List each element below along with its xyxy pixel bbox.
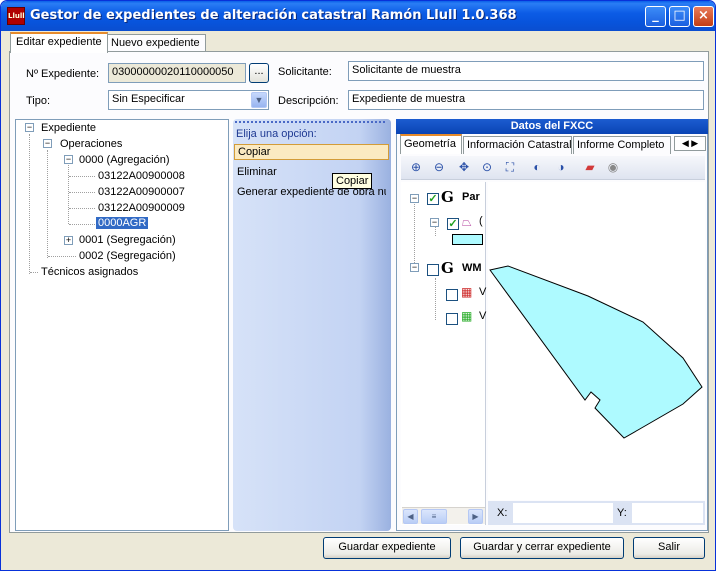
tree-guide — [29, 134, 30, 274]
zoom-previous-icon[interactable]: ◐ — [528, 160, 546, 176]
wms-item-checkbox[interactable] — [446, 313, 458, 325]
maximize-button[interactable]: □ — [669, 6, 690, 27]
expand-icon[interactable]: + — [64, 236, 73, 245]
tree-item-expediente[interactable]: Expediente — [41, 122, 96, 134]
guardar-expediente-button[interactable]: Guardar expediente — [323, 537, 451, 559]
tree-guide — [414, 199, 415, 267]
layer-group-icon: G — [441, 188, 454, 206]
wms-item-label[interactable]: V — [479, 286, 486, 298]
tree-guide — [435, 226, 436, 236]
tab-informe-completo[interactable]: Informe Completo — [573, 136, 671, 154]
eye-icon[interactable]: ◉ — [604, 160, 622, 176]
tree-guide — [48, 256, 76, 257]
coord-y-label: Y: — [617, 507, 627, 519]
sublayer-checkbox[interactable]: ✓ — [447, 218, 459, 230]
app-logo-icon: Llull — [7, 7, 25, 25]
expediente-label: Nº Expediente: — [26, 68, 100, 80]
eraser-icon[interactable]: ▰ — [581, 160, 599, 176]
tree-item-parcel[interactable]: 03122A00900009 — [98, 202, 185, 214]
tree-item-tecnicos[interactable]: Técnicos asignados — [41, 266, 138, 278]
collapse-icon[interactable]: − — [25, 123, 34, 132]
tree-item-op0002[interactable]: 0002 (Segregación) — [79, 250, 176, 262]
parcel-geometry — [489, 265, 703, 439]
scroll-left-icon[interactable]: ◀ — [403, 509, 418, 524]
tree-guide — [69, 176, 95, 177]
coord-x-field[interactable] — [513, 503, 613, 523]
wms-raster-icon: ▦ — [461, 285, 473, 299]
pan-icon[interactable]: ✥ — [455, 160, 473, 176]
tree-guide — [30, 272, 38, 273]
panel-grip — [235, 121, 385, 123]
tree-guide — [69, 224, 95, 225]
polygon-layer-icon: ⏢ — [462, 215, 472, 229]
parcel-legend-swatch — [452, 234, 483, 245]
tipo-select[interactable]: Sin Especificar ▼ — [108, 90, 269, 110]
wms-item-checkbox[interactable] — [446, 289, 458, 301]
zoom-in-icon[interactable]: ⊕ — [407, 160, 425, 176]
close-button[interactable]: × — [693, 6, 714, 27]
expediente-field[interactable]: 03000000020110000050 — [108, 63, 246, 83]
salir-button[interactable]: Salir — [633, 537, 705, 559]
solicitante-label: Solicitante: — [278, 66, 332, 78]
chevron-down-icon[interactable]: ▼ — [251, 92, 267, 108]
tooltip: Copiar — [332, 173, 373, 189]
tree-item-operaciones[interactable]: Operaciones — [60, 138, 122, 150]
coord-x-label: X: — [497, 507, 508, 519]
tab-scroll-arrows-icon[interactable]: ◀ ▶ — [674, 136, 706, 151]
tree-item-op0000[interactable]: 0000 (Agregación) — [79, 154, 170, 166]
tree-guide — [47, 150, 48, 258]
zoom-extent-icon[interactable]: ⛶ — [501, 160, 519, 176]
tipo-selected-value: Sin Especificar — [112, 93, 185, 105]
scroll-right-icon[interactable]: ▶ — [468, 509, 483, 524]
tree-guide — [69, 208, 95, 209]
zoom-next-icon[interactable]: ◑ — [552, 160, 570, 176]
fxcc-header: Datos del FXCC — [396, 119, 708, 134]
tab-editar-expediente[interactable]: Editar expediente — [10, 32, 108, 53]
guardar-cerrar-button[interactable]: Guardar y cerrar expediente — [460, 537, 624, 559]
layer-label-wms[interactable]: WM — [462, 262, 482, 274]
main-window: Llull Gestor de expedientes de alteració… — [0, 0, 716, 571]
actions-header: Elija una opción: — [236, 128, 317, 140]
tree-item-0000agr[interactable]: 0000AGR — [96, 217, 149, 229]
map-view[interactable] — [488, 182, 705, 500]
layer-checkbox-parcela[interactable]: ✓ — [427, 193, 439, 205]
descripcion-label: Descripción: — [278, 95, 339, 107]
coordinate-bar: X: Y: — [488, 501, 705, 525]
tipo-label: Tipo: — [26, 95, 51, 107]
layer-checkbox-wms[interactable] — [427, 264, 439, 276]
tree-item-op0001[interactable]: 0001 (Segregación) — [79, 234, 176, 246]
wms-item-label[interactable]: V — [479, 310, 486, 322]
tree-guide — [435, 278, 436, 320]
layer-group-icon: G — [441, 259, 454, 277]
tab-informacion-catastral[interactable]: Información Catastral — [463, 136, 572, 154]
collapse-icon[interactable]: − — [430, 218, 439, 227]
layer-label-parcela[interactable]: Par — [462, 191, 480, 203]
collapse-icon[interactable]: − — [43, 139, 52, 148]
action-copiar[interactable]: Copiar — [234, 144, 389, 160]
window-title: Gestor de expedientes de alteración cata… — [30, 8, 517, 23]
tree-item-parcel[interactable]: 03122A00900008 — [98, 170, 185, 182]
collapse-icon[interactable]: − — [410, 263, 419, 272]
scrollbar-thumb[interactable]: ≡ — [421, 509, 447, 524]
tree-guide — [69, 192, 95, 193]
collapse-icon[interactable]: − — [410, 194, 419, 203]
solicitante-field[interactable]: Solicitante de muestra — [348, 61, 704, 81]
tree-guide — [68, 165, 69, 224]
wms-raster-icon: ▦ — [461, 309, 473, 323]
tab-geometria[interactable]: Geometría — [400, 134, 462, 154]
minimize-button[interactable]: _ — [645, 6, 666, 27]
sublayer-label: ( — [479, 215, 483, 227]
collapse-icon[interactable]: − — [64, 155, 73, 164]
descripcion-field[interactable]: Expediente de muestra — [348, 90, 704, 110]
layer-list-scrollbar[interactable]: ◀ ≡ ▶ — [402, 507, 485, 524]
title-bar[interactable]: Llull Gestor de expedientes de alteració… — [1, 1, 715, 31]
browse-button[interactable]: ... — [249, 63, 269, 83]
zoom-out-icon[interactable]: ⊖ — [430, 160, 448, 176]
coord-y-field[interactable] — [632, 503, 703, 523]
zoom-window-icon[interactable]: ⊙ — [478, 160, 496, 176]
tree-item-parcel[interactable]: 03122A00900007 — [98, 186, 185, 198]
